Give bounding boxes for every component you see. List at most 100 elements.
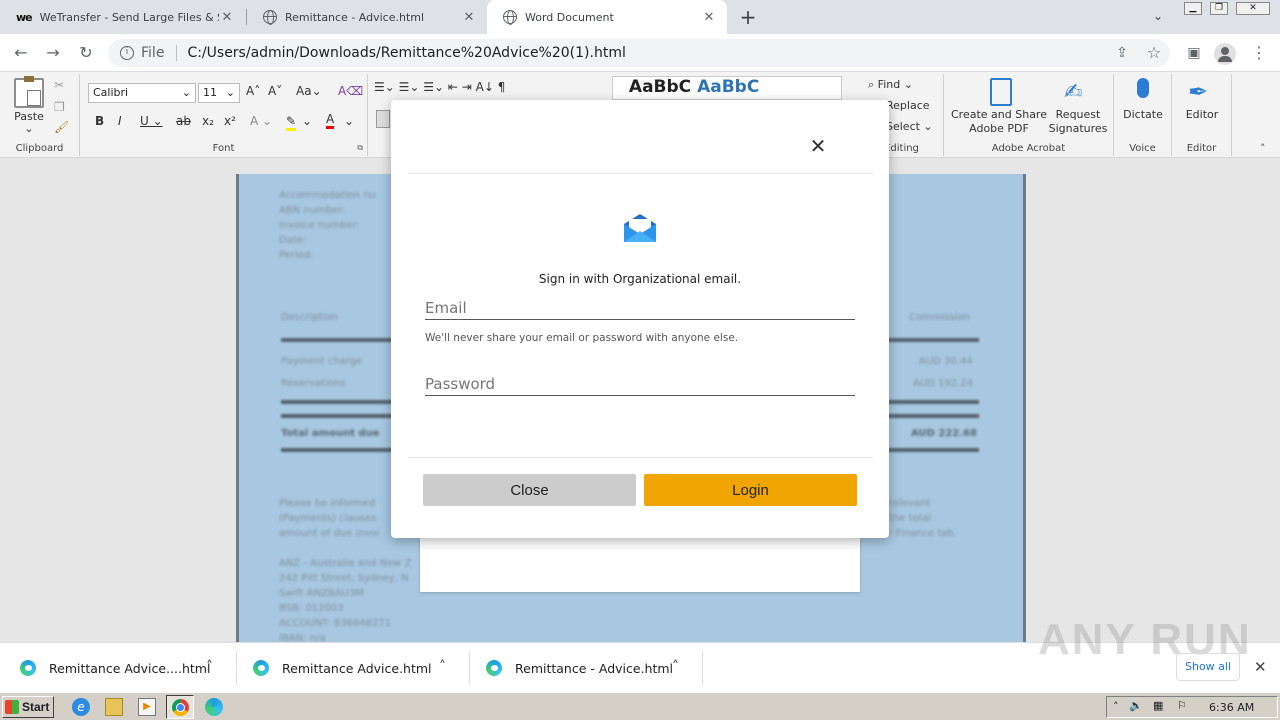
text-effects-icon[interactable]: A ⌄ bbox=[250, 114, 272, 128]
password-field[interactable] bbox=[425, 373, 855, 396]
volume-icon[interactable]: 🔈 bbox=[1129, 699, 1143, 712]
doc-line: Period: bbox=[279, 250, 314, 261]
clipboard-group: Paste ⌄ ✂ ❐ 🖌 Clipboard bbox=[0, 74, 80, 156]
download-item[interactable]: Remittance - Advice.html bbox=[486, 643, 686, 693]
bullets-icon[interactable]: ☰⌄ ☰⌄ ☰⌄ ⇤ ⇥ A↓ ¶ bbox=[374, 80, 505, 94]
envelope-icon bbox=[624, 214, 656, 242]
download-item[interactable]: Remittance Advice.html bbox=[253, 643, 453, 693]
show-all-button[interactable]: Show all bbox=[1176, 653, 1240, 681]
tab-wetransfer[interactable]: we WeTransfer - Send Large Files & Sha ✕ bbox=[0, 0, 245, 34]
chrome-taskbar-button[interactable] bbox=[166, 695, 194, 719]
microphone-icon[interactable] bbox=[1137, 78, 1149, 98]
font-size-select[interactable]: 11 ⌄ bbox=[198, 83, 240, 103]
tab-remittance-advice[interactable]: Remittance - Advice.html ✕ bbox=[247, 0, 487, 34]
minimize-button[interactable]: ▁ bbox=[1184, 2, 1202, 15]
folder-icon[interactable] bbox=[105, 698, 123, 716]
editor-button[interactable]: Editor bbox=[1172, 108, 1232, 122]
highlight-icon[interactable]: ✎ bbox=[286, 114, 297, 131]
new-tab-button[interactable]: + bbox=[738, 6, 758, 28]
close-icon[interactable]: ✕ bbox=[1254, 658, 1267, 676]
bank-details: ANZ - Australia and New Z 242 Pitt Stree… bbox=[279, 556, 411, 646]
clear-formatting-icon[interactable]: A⌫ bbox=[338, 84, 363, 98]
chevron-down-icon[interactable]: ⌄ bbox=[302, 114, 312, 128]
underline-icon[interactable]: U ⌄ bbox=[140, 114, 163, 128]
back-button[interactable]: ← bbox=[10, 42, 32, 64]
divider bbox=[469, 651, 470, 685]
shrink-font-icon[interactable]: A˅ bbox=[268, 84, 282, 98]
tray-expand-icon[interactable]: ˄ bbox=[1113, 700, 1119, 713]
modal-divider bbox=[408, 173, 873, 174]
find-button[interactable]: ⌕ Find ⌄ bbox=[868, 78, 913, 92]
grow-font-icon[interactable]: A˄ bbox=[246, 84, 260, 98]
browser-toolbar: ← → ↻ i File C:/Users/admin/Downloads/Re… bbox=[0, 34, 1280, 72]
login-button[interactable]: Login bbox=[644, 474, 857, 506]
clock[interactable]: 6:36 AM bbox=[1209, 701, 1254, 714]
tab-word-document[interactable]: Word Document ✕ bbox=[487, 0, 727, 34]
close-icon[interactable]: ✕ bbox=[808, 136, 828, 156]
replace-button[interactable]: Replace bbox=[886, 99, 930, 112]
para-line: Please be informed bbox=[279, 498, 376, 509]
profile-avatar[interactable] bbox=[1214, 43, 1236, 65]
edge-icon[interactable] bbox=[205, 698, 223, 716]
doc-line: Date: bbox=[279, 235, 307, 246]
collapse-ribbon-icon[interactable]: ˄ bbox=[1260, 142, 1266, 155]
email-field[interactable] bbox=[425, 297, 855, 320]
change-case-icon[interactable]: Aa⌄ bbox=[296, 84, 322, 98]
dictate-button[interactable]: Dictate bbox=[1114, 108, 1172, 122]
system-tray: ˄ 🔈 ▦ ⚐ 6:36 AM bbox=[1106, 696, 1278, 718]
side-panel-icon[interactable]: ▣ bbox=[1183, 42, 1205, 64]
address-bar[interactable]: i File C:/Users/admin/Downloads/Remittan… bbox=[108, 39, 1170, 67]
chevron-up-icon[interactable]: ˄ bbox=[672, 659, 679, 675]
forward-button[interactable]: → bbox=[42, 42, 64, 64]
create-share-pdf-button[interactable]: Create and Share Adobe PDF bbox=[948, 108, 1050, 136]
dialog-launcher-icon[interactable]: ⧉ bbox=[357, 143, 363, 153]
close-icon[interactable]: ✕ bbox=[219, 10, 235, 25]
share-icon[interactable]: ⇪ bbox=[1111, 42, 1133, 64]
styles-gallery[interactable]: ‎ AaBbC AaBbC bbox=[612, 76, 842, 100]
close-button[interactable]: Close bbox=[423, 474, 636, 506]
align-left-icon[interactable] bbox=[376, 110, 390, 128]
font-color-icon[interactable]: A bbox=[326, 112, 335, 129]
chevron-up-icon[interactable]: ˄ bbox=[439, 659, 446, 675]
network-icon[interactable]: ▦ bbox=[1153, 699, 1163, 712]
paragraph: Please be informed (Payments) clauses am… bbox=[279, 496, 380, 541]
chevron-down-icon[interactable]: ⌄ bbox=[20, 122, 38, 136]
flag-icon[interactable]: ⚐ bbox=[1177, 699, 1187, 712]
cut-icon[interactable]: ✂ bbox=[54, 78, 64, 92]
format-painter-icon[interactable]: 🖌 bbox=[54, 120, 69, 134]
chevron-up-icon[interactable]: ˄ bbox=[206, 659, 213, 675]
bookmark-star-icon[interactable]: ☆ bbox=[1143, 42, 1165, 64]
close-icon[interactable]: ✕ bbox=[461, 10, 477, 25]
paste-icon[interactable] bbox=[14, 76, 44, 108]
chevron-down-icon[interactable]: ⌄ bbox=[344, 114, 354, 128]
windows-logo-icon bbox=[5, 700, 19, 714]
bold-icon[interactable]: B bbox=[95, 114, 104, 128]
italic-icon[interactable]: I bbox=[118, 114, 122, 128]
row1-value: AUD 30.44 bbox=[919, 356, 973, 367]
reload-button[interactable]: ↻ bbox=[75, 42, 97, 64]
signin-heading: Sign in with Organizational email. bbox=[538, 272, 742, 286]
subscript-icon[interactable]: x₂ bbox=[202, 114, 214, 128]
info-icon[interactable]: i bbox=[120, 46, 134, 60]
tab-search-chevron-icon[interactable]: ⌄ bbox=[1153, 9, 1163, 23]
media-player-icon[interactable]: ▶ bbox=[138, 698, 156, 716]
download-item[interactable]: Remittance Advice....html bbox=[20, 643, 220, 693]
col-description: Description bbox=[281, 312, 338, 323]
superscript-icon[interactable]: x² bbox=[224, 114, 236, 128]
restore-button[interactable]: ❐ bbox=[1210, 2, 1228, 15]
create-label: Create and Share bbox=[951, 108, 1047, 121]
menu-kebab-icon[interactable]: ⋮ bbox=[1248, 42, 1270, 64]
window-close-button[interactable]: ✕ bbox=[1236, 2, 1270, 15]
font-family-select[interactable]: Calibri ⌄ bbox=[88, 83, 196, 103]
create-pdf-icon[interactable] bbox=[990, 78, 1012, 106]
copy-icon[interactable]: ❐ bbox=[54, 100, 65, 114]
close-icon[interactable]: ✕ bbox=[701, 10, 717, 25]
tab-title: Remittance - Advice.html bbox=[285, 10, 425, 24]
strikethrough-icon[interactable]: ab bbox=[176, 114, 191, 128]
editor-pen-icon[interactable]: ✒ bbox=[1188, 78, 1208, 106]
start-button[interactable]: Start bbox=[2, 696, 54, 718]
request-signatures-icon[interactable]: ✍ bbox=[1064, 80, 1092, 106]
request-signatures-button[interactable]: Request Signatures bbox=[1048, 108, 1108, 136]
internet-explorer-icon[interactable]: e bbox=[72, 698, 90, 716]
select-button[interactable]: Select ⌄ bbox=[886, 120, 933, 133]
